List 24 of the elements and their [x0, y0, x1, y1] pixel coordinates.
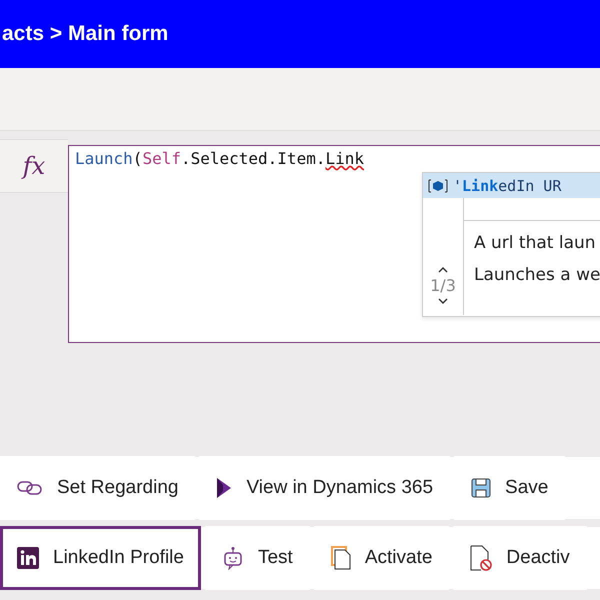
link-icon	[17, 480, 43, 496]
document-block-icon	[470, 545, 492, 571]
cube-icon	[427, 178, 449, 192]
page-title: acts > Main form	[2, 22, 168, 46]
command-button[interactable]: Deactiv	[453, 526, 587, 590]
linkedin-icon	[17, 547, 39, 569]
document-icon	[330, 546, 351, 570]
bot-icon	[222, 546, 244, 570]
fx-label: fx	[22, 152, 46, 180]
triangle-logo-icon	[216, 477, 232, 499]
command-button[interactable]: Set Regarding	[0, 456, 196, 520]
command-button[interactable]: Test	[204, 526, 310, 590]
command-button[interactable]: View in Dynamics 365	[199, 456, 450, 520]
command-button[interactable]: Save	[454, 456, 566, 520]
formula-input[interactable]: Launch(Self.Selected.Item.Link 'LinkedIn UR 1/3 A url that laun Launches a we	[68, 145, 600, 343]
command-button[interactable]: Activate	[314, 526, 450, 590]
description-text: Launches a we	[474, 265, 600, 285]
command-button[interactable]: LinkedIn Profile	[0, 526, 201, 590]
chevron-up-icon[interactable]	[437, 266, 449, 274]
save-icon	[471, 478, 492, 498]
chevron-down-icon[interactable]	[437, 297, 449, 305]
suggestion-item[interactable]: 'LinkedIn UR	[423, 173, 600, 198]
description-text: A url that laun	[474, 233, 597, 253]
overload-counter: 1/3	[430, 276, 456, 295]
